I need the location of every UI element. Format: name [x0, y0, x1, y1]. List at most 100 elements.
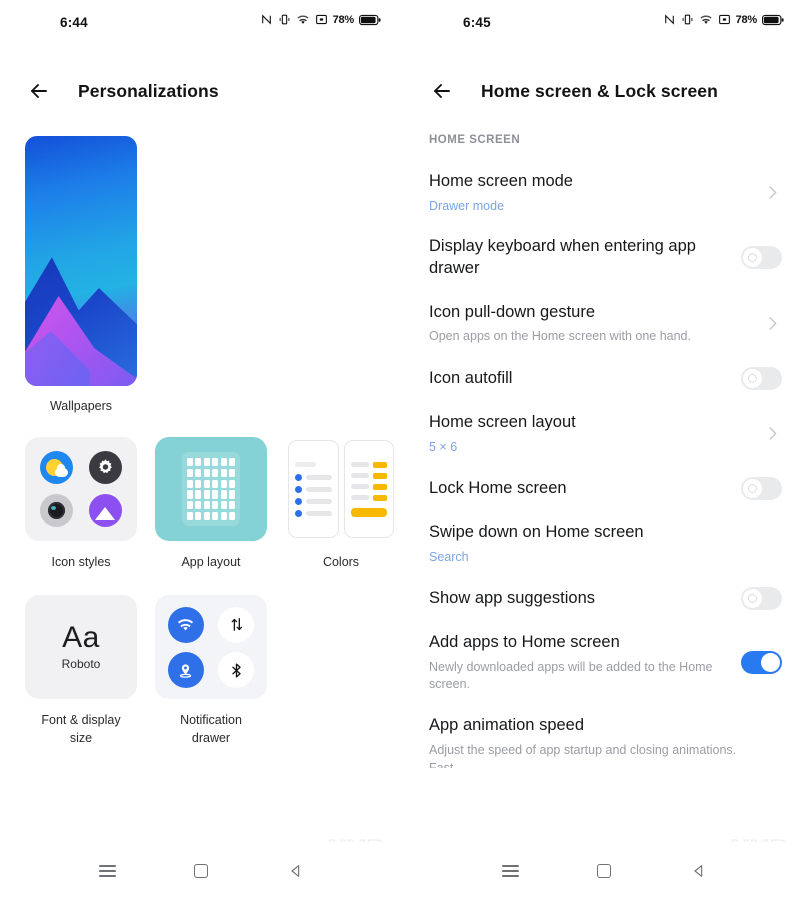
setting-subtitle: Open apps on the Home screen with one ha… — [429, 329, 691, 344]
icon-styles-preview — [25, 437, 137, 541]
back-icon[interactable] — [682, 854, 716, 888]
weather-icon — [40, 451, 74, 485]
colors-label: Colors — [322, 555, 360, 569]
status-icon-group: 78% — [260, 13, 381, 26]
setting-title: Icon pull-down gesture — [429, 302, 596, 321]
home-icon[interactable] — [587, 854, 621, 888]
colors-preview — [285, 437, 397, 541]
font-display-size-label: Font & display size — [25, 712, 137, 747]
chevron-right-icon — [763, 314, 782, 333]
personalization-cards: Wallpapers Icon styles App layout Colors… — [0, 122, 403, 747]
wifi-icon — [167, 606, 204, 643]
toggle-icon-autofill[interactable] — [741, 367, 782, 391]
wifi-icon — [699, 15, 712, 24]
setting-title: Home screen layout — [429, 413, 576, 432]
placeholder-row — [295, 473, 332, 481]
font-preview: Aa Roboto — [25, 595, 137, 700]
setting-value: Search — [429, 549, 469, 564]
nfc-icon — [261, 14, 271, 25]
app-layout-preview — [155, 437, 267, 541]
status-bar-right: 6:45 78% — [403, 0, 806, 42]
cloud-shape — [55, 464, 69, 478]
app-layout-card[interactable]: App layout — [155, 437, 267, 571]
setting-row-show-app-suggestions[interactable]: Show app suggestions — [429, 576, 782, 621]
placeholder-title-bar — [295, 461, 317, 467]
back-button-left[interactable] — [24, 76, 54, 106]
setting-subtitle: Newly downloaded apps will be added to t… — [429, 659, 713, 691]
page-title-left: Personalizations — [78, 80, 219, 101]
setting-row-display-keyboard[interactable]: Display keyboard when entering app drawe… — [429, 225, 782, 291]
notification-drawer-card[interactable]: Notification drawer — [155, 595, 267, 747]
mountain-shape — [95, 506, 116, 520]
status-time: 6:45 — [463, 15, 491, 30]
font-label-line1: Font & display — [41, 713, 121, 728]
back-button-right[interactable] — [427, 76, 457, 106]
left-phone-screen: 6:44 78% Personalizations Wallpapers Ico… — [0, 0, 403, 900]
status-icon-group: 78% — [663, 13, 784, 26]
status-bar-left: 6:44 78% — [0, 0, 403, 42]
font-label-line2: size — [69, 730, 93, 745]
toggle-add-apps-to-home[interactable] — [741, 650, 782, 674]
toggle-lock-home-screen[interactable] — [741, 477, 782, 501]
battery-icon — [762, 14, 784, 25]
notif-label-line2: drawer — [191, 730, 231, 745]
font-display-size-card[interactable]: Aa Roboto Font & display size — [25, 595, 137, 747]
settings-list: HOME SCREEN Home screen mode Drawer mode… — [403, 122, 806, 779]
setting-title: Home screen mode — [429, 172, 573, 190]
placeholder-row — [350, 483, 387, 490]
camera-icon — [40, 493, 74, 527]
setting-value: 5 × 6 — [429, 439, 458, 454]
wallpapers-card[interactable]: Wallpapers — [25, 136, 378, 413]
setting-row-swipe-down[interactable]: Swipe down on Home screen Search — [429, 511, 782, 576]
section-header-home-screen: HOME SCREEN — [429, 134, 521, 146]
toggle-show-app-suggestions[interactable] — [741, 587, 782, 611]
navigation-bar-left — [0, 842, 403, 900]
placeholder-row — [350, 494, 387, 501]
battery-percent-label: 78% — [735, 13, 758, 26]
app-grid-dots — [182, 452, 240, 526]
icon-styles-label: Icon styles — [51, 555, 111, 569]
navigation-bar-right — [403, 842, 806, 900]
setting-title: Display keyboard when entering app drawe… — [429, 237, 696, 277]
setting-title: Add apps to Home screen — [429, 633, 620, 652]
recents-icon[interactable] — [90, 854, 124, 888]
settings-gear-icon — [88, 451, 122, 485]
setting-row-app-animation-speed[interactable]: App animation speed Adjust the speed of … — [429, 704, 782, 780]
app-bar-right: Home screen & Lock screen — [403, 60, 806, 122]
placeholder-row — [295, 485, 332, 493]
app-layout-label: App layout — [181, 555, 241, 569]
recents-icon[interactable] — [493, 854, 527, 888]
cards-row-1: Icon styles App layout Colors — [25, 437, 397, 571]
location-icon — [167, 652, 204, 688]
setting-row-icon-pulldown-gesture[interactable]: Icon pull-down gesture Open apps on the … — [429, 291, 782, 357]
dual-screenshot-container: 6:44 78% Personalizations Wallpapers Ico… — [0, 0, 806, 900]
placeholder-row — [350, 461, 387, 468]
back-icon[interactable] — [279, 854, 313, 888]
icon-styles-card[interactable]: Icon styles — [25, 437, 137, 571]
page-title-right: Home screen & Lock screen — [481, 80, 718, 101]
accent-button-bar — [350, 507, 387, 517]
setting-row-home-screen-mode[interactable]: Home screen mode Drawer mode — [429, 160, 782, 225]
status-time: 6:44 — [60, 15, 88, 30]
wifi-icon — [296, 15, 309, 24]
notification-drawer-label: Notification drawer — [155, 712, 267, 747]
back-arrow-icon — [434, 84, 450, 98]
setting-row-add-apps-to-home[interactable]: Add apps to Home screen Newly downloaded… — [429, 621, 782, 704]
toggle-display-keyboard[interactable] — [741, 246, 782, 270]
colors-card[interactable]: Colors — [285, 437, 397, 571]
setting-title: App animation speed — [429, 715, 585, 734]
setting-row-home-screen-layout[interactable]: Home screen layout 5 × 6 — [429, 401, 782, 466]
bluetooth-icon — [218, 652, 255, 688]
cards-row-2: Aa Roboto Font & display size Notificati… — [25, 595, 378, 747]
setting-value: Drawer mode — [429, 198, 505, 213]
wallpapers-label: Wallpapers — [49, 399, 113, 413]
home-icon[interactable] — [184, 854, 218, 888]
placeholder-row — [295, 509, 332, 517]
setting-value-clipped: Fast — [429, 761, 454, 769]
setting-row-lock-home-screen[interactable]: Lock Home screen — [429, 466, 782, 511]
vibrate-icon — [682, 14, 692, 25]
setting-title: Show app suggestions — [429, 588, 596, 607]
setting-row-icon-autofill[interactable]: Icon autofill — [429, 356, 782, 401]
colors-right-pane — [343, 440, 394, 538]
screen-record-icon — [718, 14, 730, 25]
